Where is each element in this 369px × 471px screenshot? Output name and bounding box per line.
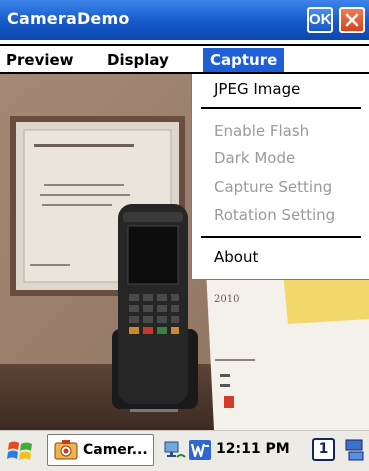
taskbar: Camer... 12:11 PM 1 [0,430,369,471]
menu-item-about[interactable]: About [214,248,258,266]
taskbar-app-button[interactable]: Camer... [47,434,154,466]
close-icon [345,13,359,27]
menu-separator [201,236,361,238]
taskbar-app-label: Camer... [83,442,148,458]
menu-item-jpeg-image[interactable]: JPEG Image [214,80,300,98]
input-mode-indicator[interactable]: 1 [312,438,335,461]
keyboard-input-icon[interactable] [344,438,366,462]
menu-display[interactable]: Display [107,48,169,72]
network-icon[interactable] [163,439,187,461]
menu-separator [201,107,361,109]
window-title: CameraDemo [7,9,130,28]
menu-capture[interactable]: Capture [203,48,285,72]
close-button[interactable] [339,7,365,33]
photo-document-year: 2010 [214,294,239,305]
menu-item-capture-setting: Capture Setting [214,178,333,196]
menu-item-enable-flash: Enable Flash [214,122,310,140]
menu-item-rotation-setting: Rotation Setting [214,206,336,224]
camera-app-icon [54,440,78,460]
menu-item-dark-mode: Dark Mode [214,149,296,167]
taskbar-clock[interactable]: 12:11 PM [216,441,290,457]
ok-button[interactable]: OK [307,7,333,33]
windows-start-icon[interactable] [6,437,36,465]
title-bar: CameraDemo OK [0,0,369,40]
menu-bar: Preview Display Capture [0,44,369,74]
menu-preview[interactable]: Preview [6,48,74,72]
word-app-icon[interactable] [188,438,212,462]
capture-menu-dropdown: JPEG Image Enable Flash Dark Mode Captur… [191,74,369,280]
